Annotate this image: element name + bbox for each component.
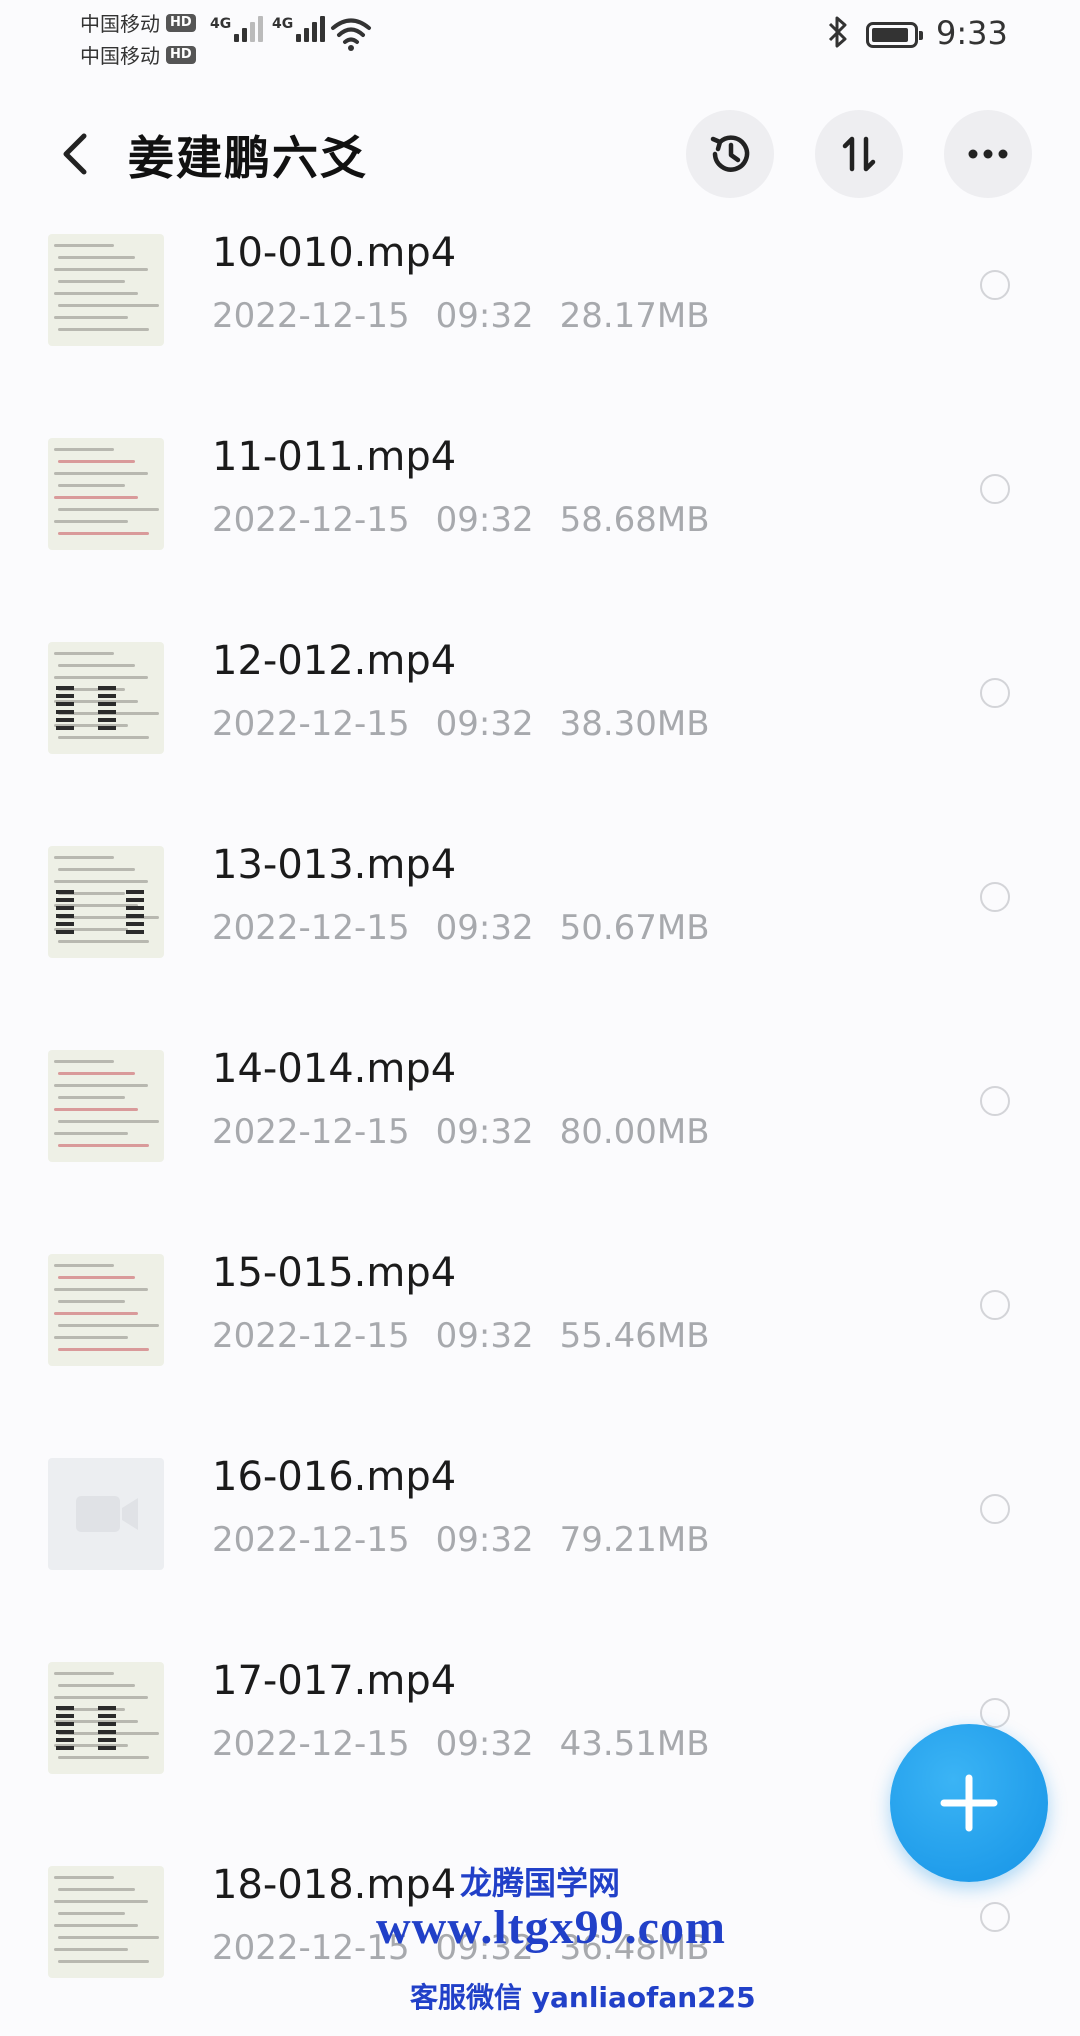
history-button[interactable] [686, 110, 774, 198]
file-meta: 2022-12-15 09:32 43.51MB [212, 1724, 710, 1764]
file-meta: 2022-12-15 09:32 50.67MB [212, 908, 710, 948]
video-thumbnail [48, 1254, 164, 1366]
file-name: 11-011.mp4 [212, 434, 457, 480]
status-bar: 中国移动 HD 中国移动 HD 4G 4G 9:33 [0, 0, 1080, 78]
file-size: 43.51MB [559, 1724, 710, 1764]
signal-icon-2: 4G [272, 16, 326, 42]
video-thumbnail [48, 234, 164, 346]
file-row[interactable]: 15-015.mp4 2022-12-15 09:32 55.46MB [0, 1220, 1080, 1424]
video-thumbnail [48, 1866, 164, 1978]
file-row[interactable]: 14-014.mp4 2022-12-15 09:32 80.00MB [0, 1016, 1080, 1220]
video-placeholder-icon [76, 1496, 138, 1532]
file-time: 09:32 [435, 704, 534, 744]
video-thumbnail [48, 1662, 164, 1774]
file-size: 79.21MB [559, 1520, 710, 1560]
hd-badge-2: HD [166, 45, 196, 64]
file-size: 80.00MB [559, 1112, 710, 1152]
file-time: 09:32 [435, 1316, 534, 1356]
network-type-1: 4G [210, 16, 232, 32]
wifi-icon [331, 18, 371, 51]
more-icon [968, 149, 1008, 159]
file-row[interactable]: 10-010.mp4 2022-12-15 09:32 28.17MB [0, 200, 1080, 404]
select-radio[interactable] [980, 678, 1010, 708]
watermark-site-name: 龙腾国学网 [460, 1864, 621, 1902]
watermark-contact: 客服微信 yanliaofan225 [410, 1981, 756, 2014]
file-meta: 2022-12-15 09:32 79.21MB [212, 1520, 710, 1560]
select-radio[interactable] [980, 1086, 1010, 1116]
sort-button[interactable] [815, 110, 903, 198]
file-date: 2022-12-15 [212, 296, 410, 336]
file-name: 15-015.mp4 [212, 1250, 457, 1296]
sort-icon [842, 136, 876, 172]
file-time: 09:32 [435, 1724, 534, 1764]
chevron-left-icon [63, 133, 87, 175]
battery-icon [866, 22, 923, 48]
file-name: 17-017.mp4 [212, 1658, 457, 1704]
hd-badge-1: HD [166, 13, 196, 32]
plus-icon [940, 1774, 998, 1832]
select-radio[interactable] [980, 270, 1010, 300]
carrier-name-1: 中国移动 [80, 12, 160, 36]
file-meta: 2022-12-15 09:32 55.46MB [212, 1316, 710, 1356]
file-name: 13-013.mp4 [212, 842, 457, 888]
file-meta: 2022-12-15 09:32 58.68MB [212, 500, 710, 540]
file-date: 2022-12-15 [212, 908, 410, 948]
file-time: 09:32 [435, 1520, 534, 1560]
header: 姜建鹏六爻 [0, 100, 1080, 210]
file-time: 09:32 [435, 908, 534, 948]
file-time: 09:32 [435, 500, 534, 540]
select-radio[interactable] [980, 882, 1010, 912]
file-date: 2022-12-15 [212, 500, 410, 540]
file-name: 14-014.mp4 [212, 1046, 457, 1092]
video-thumbnail [48, 1050, 164, 1162]
file-size: 58.68MB [559, 500, 710, 540]
bluetooth-icon [828, 16, 847, 48]
status-time: 9:33 [936, 14, 1008, 52]
file-date: 2022-12-15 [212, 1112, 410, 1152]
file-name: 12-012.mp4 [212, 638, 457, 684]
carrier-label-2: 中国移动 HD [80, 40, 196, 69]
file-size: 55.46MB [559, 1316, 710, 1356]
video-thumbnail [48, 1458, 164, 1570]
signal-icon-1: 4G [210, 16, 264, 42]
video-thumbnail [48, 846, 164, 958]
file-row[interactable]: 16-016.mp4 2022-12-15 09:32 79.21MB [0, 1424, 1080, 1628]
select-radio[interactable] [980, 1494, 1010, 1524]
back-button[interactable] [50, 126, 100, 182]
watermark-url: www.ltgx99.com [376, 1901, 726, 1954]
file-size: 38.30MB [559, 704, 710, 744]
file-time: 09:32 [435, 1112, 534, 1152]
file-meta: 2022-12-15 09:32 38.30MB [212, 704, 710, 744]
file-size: 28.17MB [559, 296, 710, 336]
file-date: 2022-12-15 [212, 1724, 410, 1764]
carrier-name-2: 中国移动 [80, 44, 160, 68]
file-meta: 2022-12-15 09:32 28.17MB [212, 296, 710, 336]
page-title: 姜建鹏六爻 [128, 131, 368, 185]
video-thumbnail [48, 642, 164, 754]
file-row[interactable]: 13-013.mp4 2022-12-15 09:32 50.67MB [0, 812, 1080, 1016]
file-meta: 2022-12-15 09:32 80.00MB [212, 1112, 710, 1152]
file-row[interactable]: 12-012.mp4 2022-12-15 09:32 38.30MB [0, 608, 1080, 812]
more-button[interactable] [944, 110, 1032, 198]
battery-fill [872, 28, 908, 42]
file-date: 2022-12-15 [212, 1520, 410, 1560]
file-name: 10-010.mp4 [212, 230, 457, 276]
file-date: 2022-12-15 [212, 704, 410, 744]
network-type-2: 4G [272, 16, 294, 32]
file-name: 16-016.mp4 [212, 1454, 457, 1500]
history-icon [710, 135, 750, 172]
carrier-label-1: 中国移动 HD [80, 8, 196, 37]
select-radio[interactable] [980, 1290, 1010, 1320]
file-time: 09:32 [435, 296, 534, 336]
select-radio[interactable] [980, 474, 1010, 504]
add-button[interactable] [890, 1724, 1048, 1882]
file-row[interactable]: 11-011.mp4 2022-12-15 09:32 58.68MB [0, 404, 1080, 608]
file-date: 2022-12-15 [212, 1316, 410, 1356]
video-thumbnail [48, 438, 164, 550]
select-radio[interactable] [980, 1698, 1010, 1728]
select-radio[interactable] [980, 1902, 1010, 1932]
file-size: 50.67MB [559, 908, 710, 948]
